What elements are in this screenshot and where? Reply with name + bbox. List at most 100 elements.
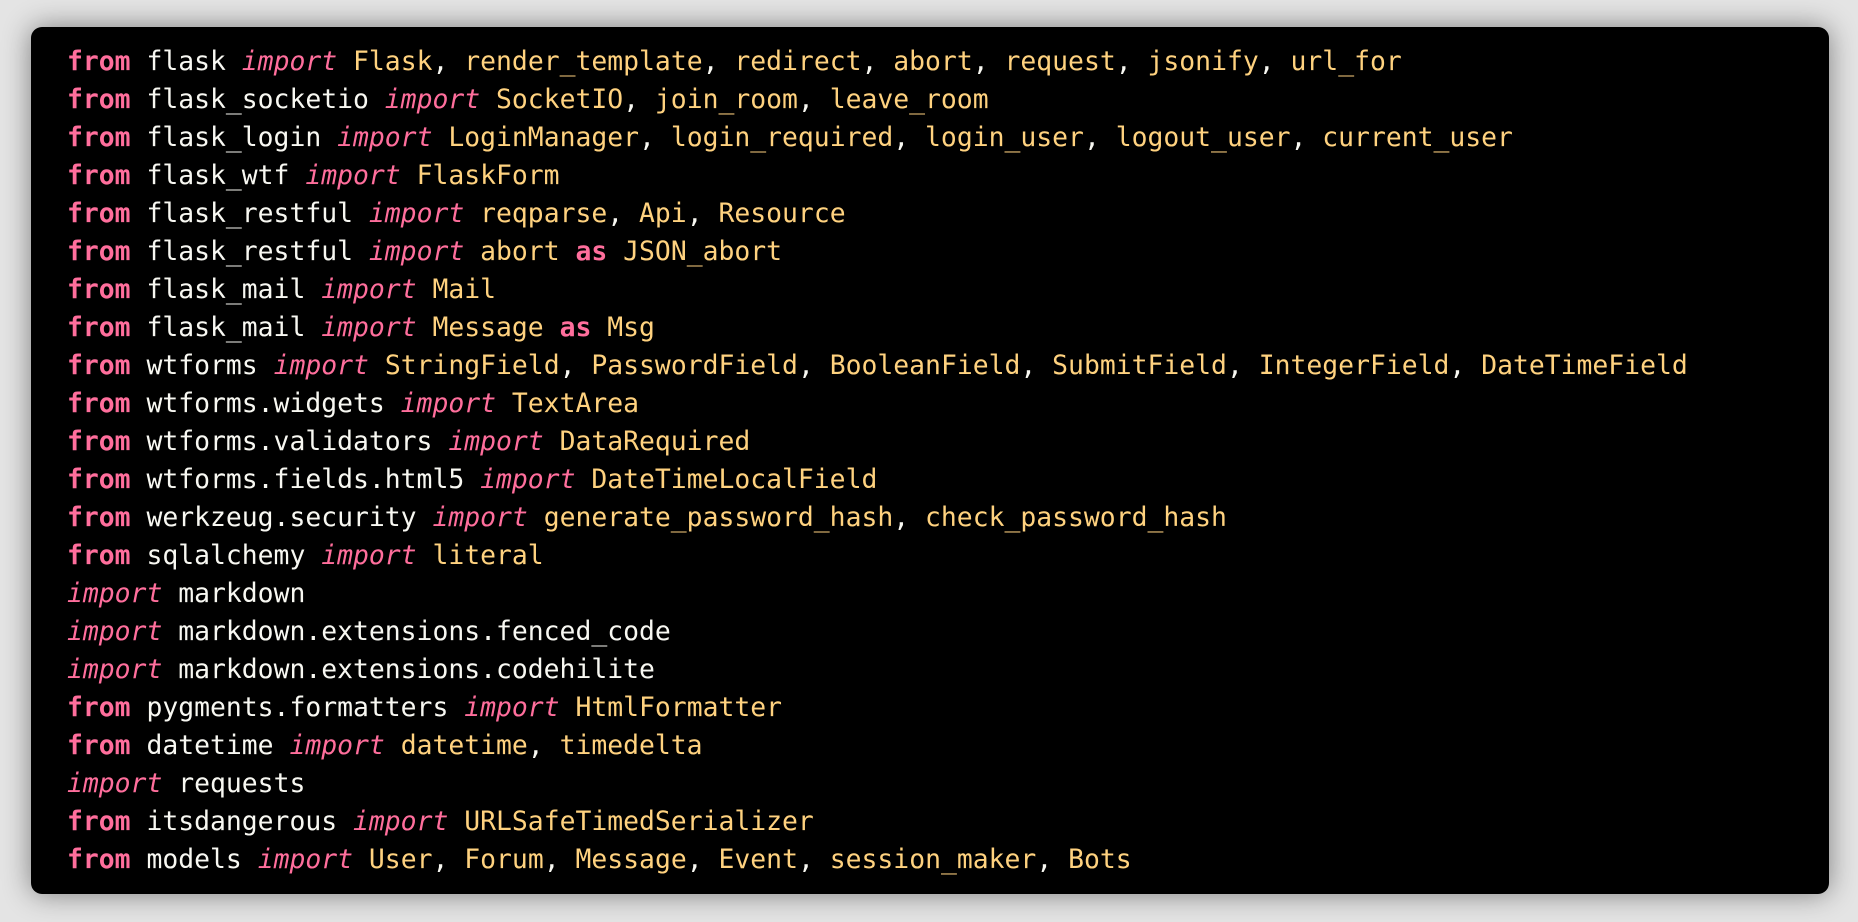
alias-name: Msg: [607, 312, 655, 343]
keyword-import: import: [353, 806, 449, 837]
imported-name: login_user: [925, 122, 1084, 153]
comma: ,: [702, 46, 735, 77]
imported-name: IntegerField: [1258, 350, 1450, 381]
imported-name: session_maker: [829, 844, 1037, 875]
keyword-from: from: [67, 464, 131, 495]
imported-name: abort: [893, 46, 973, 77]
comma: ,: [1258, 46, 1291, 77]
imported-name: LoginManager: [448, 122, 640, 153]
imported-name: URLSafeTimedSerializer: [464, 806, 814, 837]
code-line: from werkzeug.security import generate_p…: [67, 499, 1829, 537]
keyword-from: from: [67, 502, 131, 533]
keyword-from: from: [67, 274, 131, 305]
comma: ,: [559, 350, 592, 381]
keyword-from: from: [67, 46, 131, 77]
module-name: flask_restful: [146, 198, 354, 229]
imported-name: generate_password_hash: [543, 502, 894, 533]
keyword-import: import: [368, 236, 465, 267]
comma: ,: [1020, 350, 1053, 381]
module-name: sqlalchemy: [146, 540, 306, 571]
imported-name: DateTimeLocalField: [591, 464, 878, 495]
imported-name: logout_user: [1115, 122, 1291, 153]
imported-name: timedelta: [559, 730, 703, 761]
keyword-from: from: [67, 540, 131, 571]
keyword-import: import: [480, 464, 576, 495]
keyword-import: import: [241, 46, 338, 77]
imported-name: DataRequired: [559, 426, 751, 457]
comma: ,: [1226, 350, 1259, 381]
keyword-from: from: [67, 730, 131, 761]
imported-name: join_room: [654, 84, 798, 115]
keyword-import: import: [67, 768, 163, 799]
keyword-as: as: [559, 312, 592, 343]
comma: ,: [686, 844, 719, 875]
comma: ,: [1083, 122, 1116, 153]
imported-name: check_password_hash: [925, 502, 1227, 533]
imported-name: Bots: [1068, 844, 1132, 875]
keyword-import: import: [337, 122, 433, 153]
module-name: datetime: [146, 730, 274, 761]
code-line: import requests: [67, 765, 1829, 803]
imported-name: User: [368, 844, 433, 875]
keyword-import: import: [67, 616, 163, 647]
module-name: flask: [146, 46, 226, 77]
keyword-as: as: [575, 236, 608, 267]
comma: ,: [686, 198, 719, 229]
imported-name: TextArea: [511, 388, 640, 419]
keyword-import: import: [321, 312, 417, 343]
keyword-import: import: [305, 160, 401, 191]
imported-name: jsonify: [1147, 46, 1259, 77]
module-name: flask_socketio: [146, 84, 369, 115]
imported-name: Message: [575, 844, 687, 875]
code-line: from wtforms.widgets import TextArea: [67, 385, 1829, 423]
comma: ,: [893, 502, 926, 533]
code-line: from flask_mail import Mail: [67, 271, 1829, 309]
imported-name: Mail: [432, 274, 497, 305]
keyword-from: from: [67, 388, 131, 419]
keyword-import: import: [67, 578, 163, 609]
keyword-from: from: [67, 692, 131, 723]
module-name: markdown.extensions.fenced_code: [178, 616, 671, 647]
code-line: from flask import Flask, render_template…: [67, 43, 1829, 81]
comma: ,: [972, 46, 1005, 77]
imported-name: Resource: [718, 198, 846, 229]
imported-name: HtmlFormatter: [575, 692, 783, 723]
keyword-import: import: [432, 502, 528, 533]
comma: ,: [797, 844, 830, 875]
comma: ,: [1449, 350, 1482, 381]
code-line: import markdown.extensions.codehilite: [67, 651, 1829, 689]
keyword-import: import: [384, 84, 481, 115]
comma: ,: [607, 198, 640, 229]
comma: ,: [527, 730, 560, 761]
keyword-from: from: [67, 426, 131, 457]
keyword-import: import: [448, 426, 544, 457]
keyword-from: from: [67, 122, 131, 153]
module-name: flask_mail: [146, 312, 306, 343]
imported-name: Message: [432, 312, 544, 343]
comma: ,: [543, 844, 576, 875]
code-line: from flask_login import LoginManager, lo…: [67, 119, 1829, 157]
keyword-import: import: [321, 540, 417, 571]
code-line: from flask_restful import abort as JSON_…: [67, 233, 1829, 271]
module-name: itsdangerous: [146, 806, 338, 837]
imported-name: FlaskForm: [416, 160, 560, 191]
module-name: wtforms.validators: [146, 426, 433, 457]
imported-name: request: [1004, 46, 1116, 77]
module-name: flask_wtf: [146, 160, 290, 191]
imported-name: SocketIO: [496, 84, 624, 115]
comma: ,: [432, 46, 465, 77]
imported-name: current_user: [1322, 122, 1513, 153]
comma: ,: [432, 844, 465, 875]
module-name: wtforms.fields.html5: [146, 464, 465, 495]
keyword-from: from: [67, 806, 131, 837]
keyword-import: import: [257, 844, 354, 875]
keyword-import: import: [368, 198, 465, 229]
imported-name: abort: [480, 236, 560, 267]
imported-name: login_required: [670, 122, 894, 153]
imported-name: reqparse: [480, 198, 608, 229]
code-line: import markdown.extensions.fenced_code: [67, 613, 1829, 651]
code-line: from models import User, Forum, Message,…: [67, 841, 1829, 879]
code-line: from datetime import datetime, timedelta: [67, 727, 1829, 765]
keyword-import: import: [400, 388, 497, 419]
module-name: requests: [178, 768, 306, 799]
